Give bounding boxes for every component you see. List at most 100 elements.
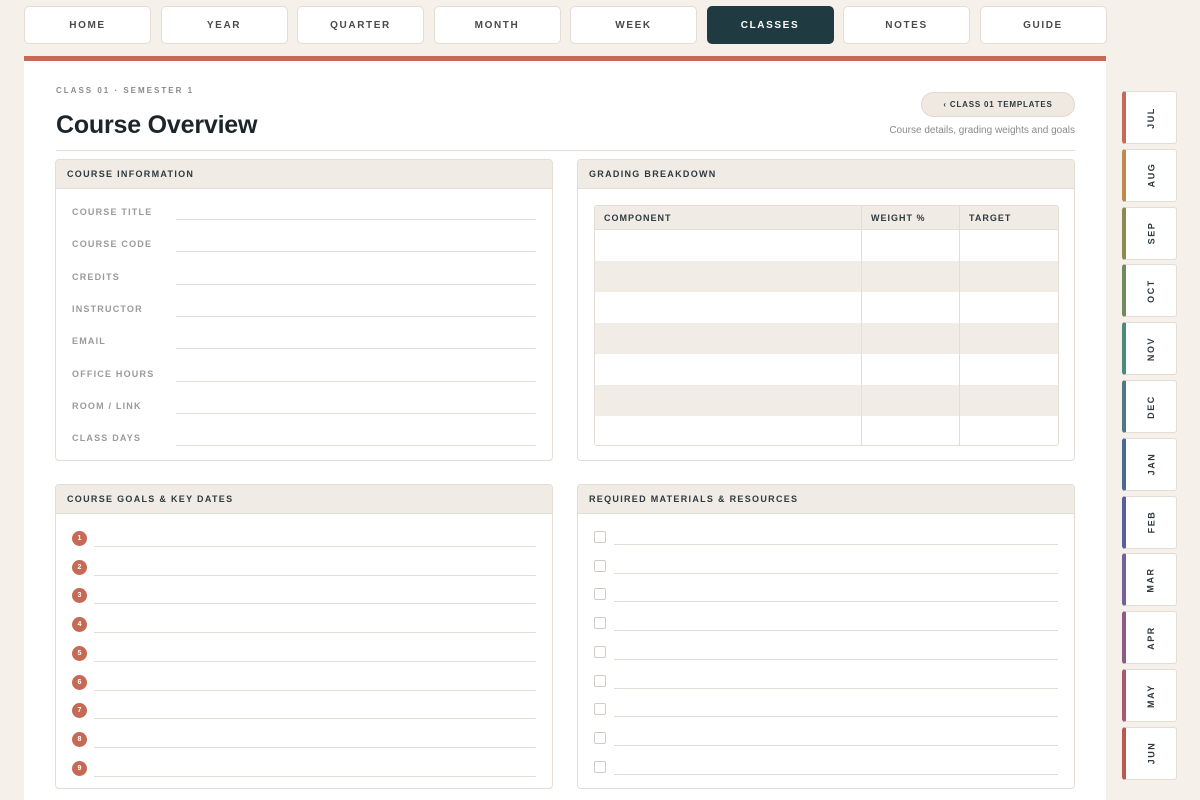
goal-input-line[interactable] bbox=[94, 632, 536, 634]
month-tab-label: SEP bbox=[1146, 221, 1156, 245]
material-input-line[interactable] bbox=[614, 773, 1058, 775]
material-input-line[interactable] bbox=[614, 601, 1058, 603]
field-label: CLASS DAYS bbox=[72, 433, 142, 444]
field-course-code[interactable]: COURSE CODE bbox=[72, 239, 536, 253]
nav-month-button[interactable]: MONTH bbox=[433, 6, 561, 44]
page-subtitle: Course details, grading weights and goal… bbox=[889, 125, 1075, 136]
material-checkbox[interactable] bbox=[594, 731, 606, 744]
material-input-line[interactable] bbox=[614, 658, 1058, 660]
month-tab-oct[interactable]: OCT bbox=[1122, 264, 1177, 318]
month-tab-jan[interactable]: JAN bbox=[1122, 437, 1177, 491]
material-checkbox[interactable] bbox=[594, 617, 606, 630]
required-materials-panel: REQUIRED MATERIALS & RESOURCES bbox=[577, 484, 1075, 789]
month-tab-label: JUL bbox=[1146, 106, 1156, 129]
material-item bbox=[594, 559, 1058, 576]
grading-row[interactable] bbox=[595, 354, 1058, 385]
field-input-line[interactable] bbox=[176, 251, 536, 253]
month-tab-feb[interactable]: FEB bbox=[1122, 495, 1177, 549]
material-checkbox[interactable] bbox=[594, 760, 606, 773]
nav-home-button[interactable]: HOME bbox=[24, 6, 151, 44]
material-input-line[interactable] bbox=[614, 630, 1058, 632]
field-class-days[interactable]: CLASS DAYS bbox=[72, 433, 536, 447]
goal-input-line[interactable] bbox=[94, 603, 536, 605]
class-templates-button[interactable]: ‹ CLASS 01 TEMPLATES bbox=[921, 92, 1075, 117]
course-goals-panel: COURSE GOALS & KEY DATES 1 2 3 4 5 6 7 8 9 bbox=[55, 484, 553, 789]
goal-item: 2 bbox=[72, 559, 536, 576]
nav-notes-button[interactable]: NOTES bbox=[843, 6, 970, 44]
field-label: COURSE TITLE bbox=[72, 207, 153, 217]
material-checkbox[interactable] bbox=[594, 559, 606, 572]
material-checkbox[interactable] bbox=[594, 674, 606, 687]
grading-row[interactable] bbox=[595, 292, 1058, 323]
goal-input-line[interactable] bbox=[94, 746, 536, 748]
grading-row[interactable] bbox=[595, 261, 1058, 292]
required-materials-heading: REQUIRED MATERIALS & RESOURCES bbox=[578, 485, 1074, 514]
nav-classes-button[interactable]: CLASSES bbox=[706, 6, 834, 44]
grading-row[interactable] bbox=[595, 416, 1058, 445]
goal-input-line[interactable] bbox=[94, 660, 536, 662]
material-input-line[interactable] bbox=[614, 716, 1058, 718]
field-input-line[interactable] bbox=[176, 315, 536, 317]
goal-item: 7 bbox=[72, 703, 536, 720]
field-input-line[interactable] bbox=[176, 283, 536, 285]
goal-number-badge: 6 bbox=[72, 674, 87, 690]
field-instructor[interactable]: INSTRUCTOR bbox=[72, 304, 536, 318]
field-email[interactable]: EMAIL bbox=[72, 336, 536, 350]
goal-number-badge: 5 bbox=[72, 645, 87, 661]
month-tab-sep[interactable]: SEP bbox=[1122, 206, 1177, 260]
goal-item: 3 bbox=[72, 588, 536, 605]
field-input-line[interactable] bbox=[176, 219, 536, 220]
goal-input-line[interactable] bbox=[94, 775, 536, 777]
column-header-target: TARGET bbox=[969, 212, 1012, 223]
month-tab-mar[interactable]: MAR bbox=[1122, 553, 1177, 607]
field-input-line[interactable] bbox=[176, 348, 536, 350]
material-input-line[interactable] bbox=[614, 687, 1058, 689]
field-office-hours[interactable]: OFFICE HOURS bbox=[72, 369, 536, 383]
field-course-title[interactable]: COURSE TITLE bbox=[72, 207, 536, 221]
goal-input-line[interactable] bbox=[94, 689, 536, 691]
course-information-panel: COURSE INFORMATION COURSE TITLE COURSE CO… bbox=[55, 159, 553, 461]
goal-number-badge: 7 bbox=[72, 703, 87, 719]
month-tab-dec[interactable]: DEC bbox=[1122, 380, 1177, 433]
field-credits[interactable]: CREDITS bbox=[72, 272, 536, 286]
material-item bbox=[594, 731, 1058, 748]
nav-year-button[interactable]: YEAR bbox=[160, 6, 288, 44]
goal-item: 8 bbox=[72, 731, 536, 748]
grading-row[interactable] bbox=[595, 230, 1058, 261]
column-divider bbox=[959, 206, 960, 445]
goal-item: 5 bbox=[72, 645, 536, 662]
month-tab-label: DEC bbox=[1146, 394, 1156, 419]
nav-quarter-button[interactable]: QUARTER bbox=[297, 6, 424, 44]
goal-item: 6 bbox=[72, 674, 536, 691]
goal-input-line[interactable] bbox=[94, 574, 536, 576]
material-checkbox[interactable] bbox=[594, 703, 606, 716]
grading-row[interactable] bbox=[595, 323, 1058, 354]
material-input-line[interactable] bbox=[614, 744, 1058, 746]
month-tab-nov[interactable]: NOV bbox=[1122, 322, 1177, 376]
month-tab-aug[interactable]: AUG bbox=[1122, 148, 1177, 202]
grading-table: COMPONENT WEIGHT % TARGET bbox=[594, 205, 1059, 446]
field-room-link[interactable]: ROOM / LINK bbox=[72, 401, 536, 415]
field-input-line[interactable] bbox=[176, 445, 536, 447]
month-tab-jul[interactable]: JUL bbox=[1122, 91, 1177, 144]
page-title: Course Overview bbox=[56, 111, 258, 139]
material-item bbox=[594, 703, 1058, 719]
month-tab-label: JUN bbox=[1146, 741, 1156, 765]
material-input-line[interactable] bbox=[614, 572, 1058, 574]
material-checkbox[interactable] bbox=[594, 588, 606, 601]
goal-input-line[interactable] bbox=[94, 546, 536, 547]
field-input-line[interactable] bbox=[176, 380, 536, 382]
material-item bbox=[594, 760, 1058, 777]
nav-week-button[interactable]: WEEK bbox=[570, 6, 697, 44]
month-tab-jun[interactable]: JUN bbox=[1122, 726, 1177, 780]
month-tab-apr[interactable]: APR bbox=[1122, 611, 1177, 665]
field-input-line[interactable] bbox=[176, 412, 536, 414]
goal-input-line[interactable] bbox=[94, 718, 536, 720]
material-checkbox[interactable] bbox=[594, 531, 606, 543]
nav-guide-button[interactable]: GUIDE bbox=[979, 6, 1107, 44]
grading-row[interactable] bbox=[595, 385, 1058, 416]
month-tab-label: APR bbox=[1146, 625, 1156, 650]
month-tab-may[interactable]: MAY bbox=[1122, 669, 1177, 722]
material-input-line[interactable] bbox=[614, 544, 1058, 545]
material-checkbox[interactable] bbox=[594, 645, 606, 658]
